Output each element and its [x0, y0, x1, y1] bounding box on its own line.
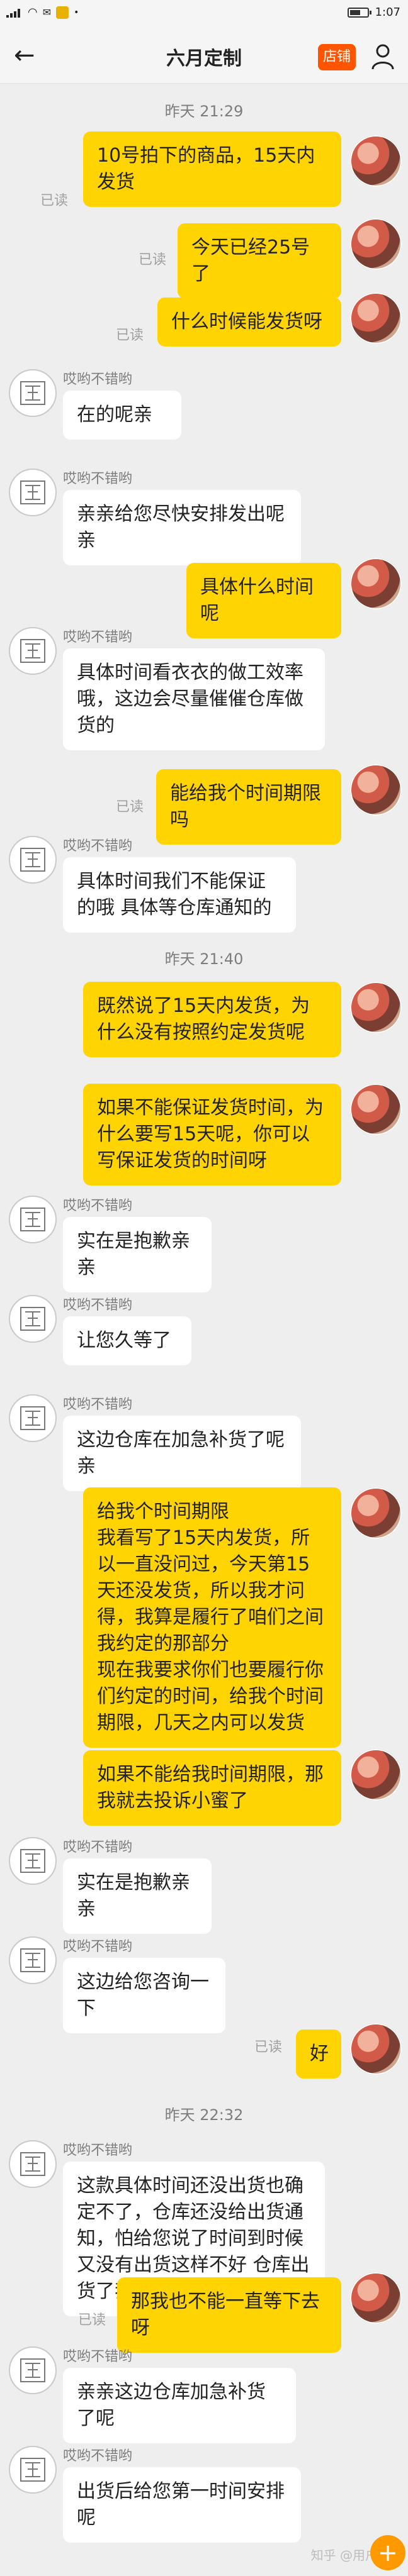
wifi-icon: ◠ — [28, 6, 38, 19]
message-bubble-mine[interactable]: 那我也不能一直等下去呀 — [117, 2277, 341, 2353]
message-bubble-mine[interactable]: 10号拍下的商品，15天内发货 — [83, 131, 341, 207]
read-receipt: 已读 — [254, 2040, 283, 2055]
merchant-avatar[interactable] — [9, 2346, 57, 2394]
signal-icon — [6, 8, 23, 18]
watermark: 知乎 @用户 — [310, 2548, 378, 2563]
message-bubble-mine[interactable]: 好 — [296, 2029, 341, 2079]
read-receipt: 已读 — [116, 799, 144, 815]
shop-logo-icon — [20, 1208, 45, 1231]
merchant-avatar[interactable] — [9, 836, 57, 884]
message-bubble-mine[interactable]: 如果不能给我时间期限，那我就去投诉小蜜了 — [83, 1750, 341, 1826]
merchant-avatar[interactable] — [9, 2140, 57, 2188]
message-bubble-mine[interactable]: 什么时候能发货呀 — [157, 297, 341, 347]
merchant-avatar[interactable] — [9, 627, 57, 675]
my-avatar[interactable] — [350, 2023, 402, 2075]
shop-logo-icon — [20, 1406, 45, 1430]
dot-icon: • — [74, 7, 79, 18]
message-bubble-merchant[interactable]: 实在是抱歉亲亲 — [63, 1217, 212, 1292]
merchant-avatar[interactable] — [9, 1837, 57, 1885]
my-avatar[interactable] — [350, 292, 402, 344]
read-receipt: 已读 — [116, 328, 144, 343]
message-bubble-merchant[interactable]: 这边仓库在加急补货了呢亲 — [63, 1416, 301, 1491]
merchant-name: 哎哟不错哟 — [63, 471, 133, 487]
message-bubble-mine[interactable]: 今天已经25号了 — [178, 223, 341, 299]
message-bubble-merchant[interactable]: 在的呢亲 — [63, 391, 181, 440]
my-avatar[interactable] — [350, 2272, 402, 2324]
my-avatar[interactable] — [350, 982, 402, 1033]
message-bubble-merchant[interactable]: 出货后给您第一时间安排呢 — [63, 2467, 301, 2543]
merchant-avatar[interactable] — [9, 1936, 57, 1984]
merchant-name: 哎哟不错哟 — [63, 630, 133, 645]
user-icon[interactable] — [370, 43, 395, 70]
merchant-avatar[interactable] — [9, 1196, 57, 1243]
message-bubble-mine[interactable]: 如果不能保证发货时间，为什么要写15天呢，你可以写保证发货的时间呀 — [83, 1084, 341, 1185]
alipay-icon — [56, 6, 69, 19]
message-bubble-mine[interactable]: 给我个时间期限 我看写了15天内发货，所以一直没问过，今天第15天还没发货，所以… — [83, 1487, 341, 1748]
shop-logo-icon — [20, 1948, 45, 1972]
read-receipt: 已读 — [78, 2312, 106, 2328]
merchant-name: 哎哟不错哟 — [63, 2143, 133, 2158]
shop-logo-icon — [20, 2458, 45, 2482]
status-icons-left: ◠ ✉ • — [6, 6, 79, 19]
read-receipt: 已读 — [40, 193, 69, 209]
shop-logo-icon — [20, 639, 45, 663]
status-bar: ◠ ✉ • 1:07 — [0, 0, 408, 28]
timestamp: 昨天 21:29 — [164, 103, 244, 120]
shop-logo-icon — [20, 480, 45, 504]
message-bubble-mine[interactable]: 具体什么时间呢 — [186, 563, 341, 638]
shop-logo-icon — [20, 1849, 45, 1873]
message-bubble-mine[interactable]: 既然说了15天内发货，为什么没有按照约定发货呢 — [83, 982, 341, 1057]
merchant-name: 哎哟不错哟 — [63, 2448, 133, 2464]
message-bubble-merchant[interactable]: 实在是抱歉亲亲 — [63, 1858, 212, 1934]
merchant-name: 哎哟不错哟 — [63, 1198, 133, 1214]
shop-logo-icon — [20, 1307, 45, 1331]
shop-logo-icon — [20, 2358, 45, 2382]
status-time: 1:07 — [375, 6, 400, 19]
shop-logo-icon — [20, 381, 45, 405]
battery-icon — [347, 7, 371, 18]
message-bubble-merchant[interactable]: 让您久等了 — [63, 1316, 191, 1365]
timestamp: 昨天 21:40 — [164, 950, 244, 968]
merchant-name: 哎哟不错哟 — [63, 1297, 133, 1313]
merchant-avatar[interactable] — [9, 1394, 57, 1442]
shop-logo-icon — [20, 848, 45, 872]
merchant-name: 哎哟不错哟 — [63, 1397, 133, 1413]
merchant-avatar[interactable] — [9, 2446, 57, 2494]
merchant-avatar[interactable] — [9, 1295, 57, 1343]
shop-logo-icon — [20, 2152, 45, 2176]
merchant-name: 哎哟不错哟 — [63, 1939, 133, 1955]
notification-icon: ✉ — [42, 6, 52, 18]
my-avatar[interactable] — [350, 218, 402, 270]
chat-header: ← 六月定制 店铺 — [0, 28, 408, 84]
shop-button[interactable]: 店铺 — [318, 44, 356, 70]
merchant-name: 哎哟不错哟 — [63, 372, 133, 387]
my-avatar[interactable] — [350, 1749, 402, 1801]
timestamp: 昨天 22:32 — [164, 2106, 244, 2124]
message-bubble-merchant[interactable]: 具体时间看衣衣的做工效率哦，这边会尽量催催仓库做货的 — [63, 648, 325, 750]
my-avatar[interactable] — [350, 558, 402, 609]
plus-icon[interactable]: + — [370, 2535, 405, 2570]
status-icons-right: 1:07 — [347, 6, 400, 19]
my-avatar[interactable] — [350, 764, 402, 816]
merchant-name: 哎哟不错哟 — [63, 1840, 133, 1855]
merchant-avatar[interactable] — [9, 369, 57, 417]
merchant-name: 哎哟不错哟 — [63, 838, 133, 854]
my-avatar[interactable] — [350, 1084, 402, 1135]
message-bubble-mine[interactable]: 能给我个时间期限吗 — [156, 769, 341, 845]
my-avatar[interactable] — [350, 135, 402, 187]
my-avatar[interactable] — [350, 1487, 402, 1539]
merchant-avatar[interactable] — [9, 469, 57, 516]
read-receipt: 已读 — [139, 252, 167, 268]
message-bubble-merchant[interactable]: 亲亲给您尽快安排发出呢亲 — [63, 490, 301, 565]
merchant-name: 哎哟不错哟 — [63, 2349, 133, 2365]
message-bubble-merchant[interactable]: 亲亲这边仓库加急补货了呢 — [63, 2368, 296, 2443]
message-bubble-merchant[interactable]: 这边给您咨询一下 — [63, 1958, 225, 2033]
battery-fill — [349, 9, 360, 15]
message-bubble-merchant[interactable]: 具体时间我们不能保证的哦 具体等仓库通知的 — [63, 857, 296, 933]
